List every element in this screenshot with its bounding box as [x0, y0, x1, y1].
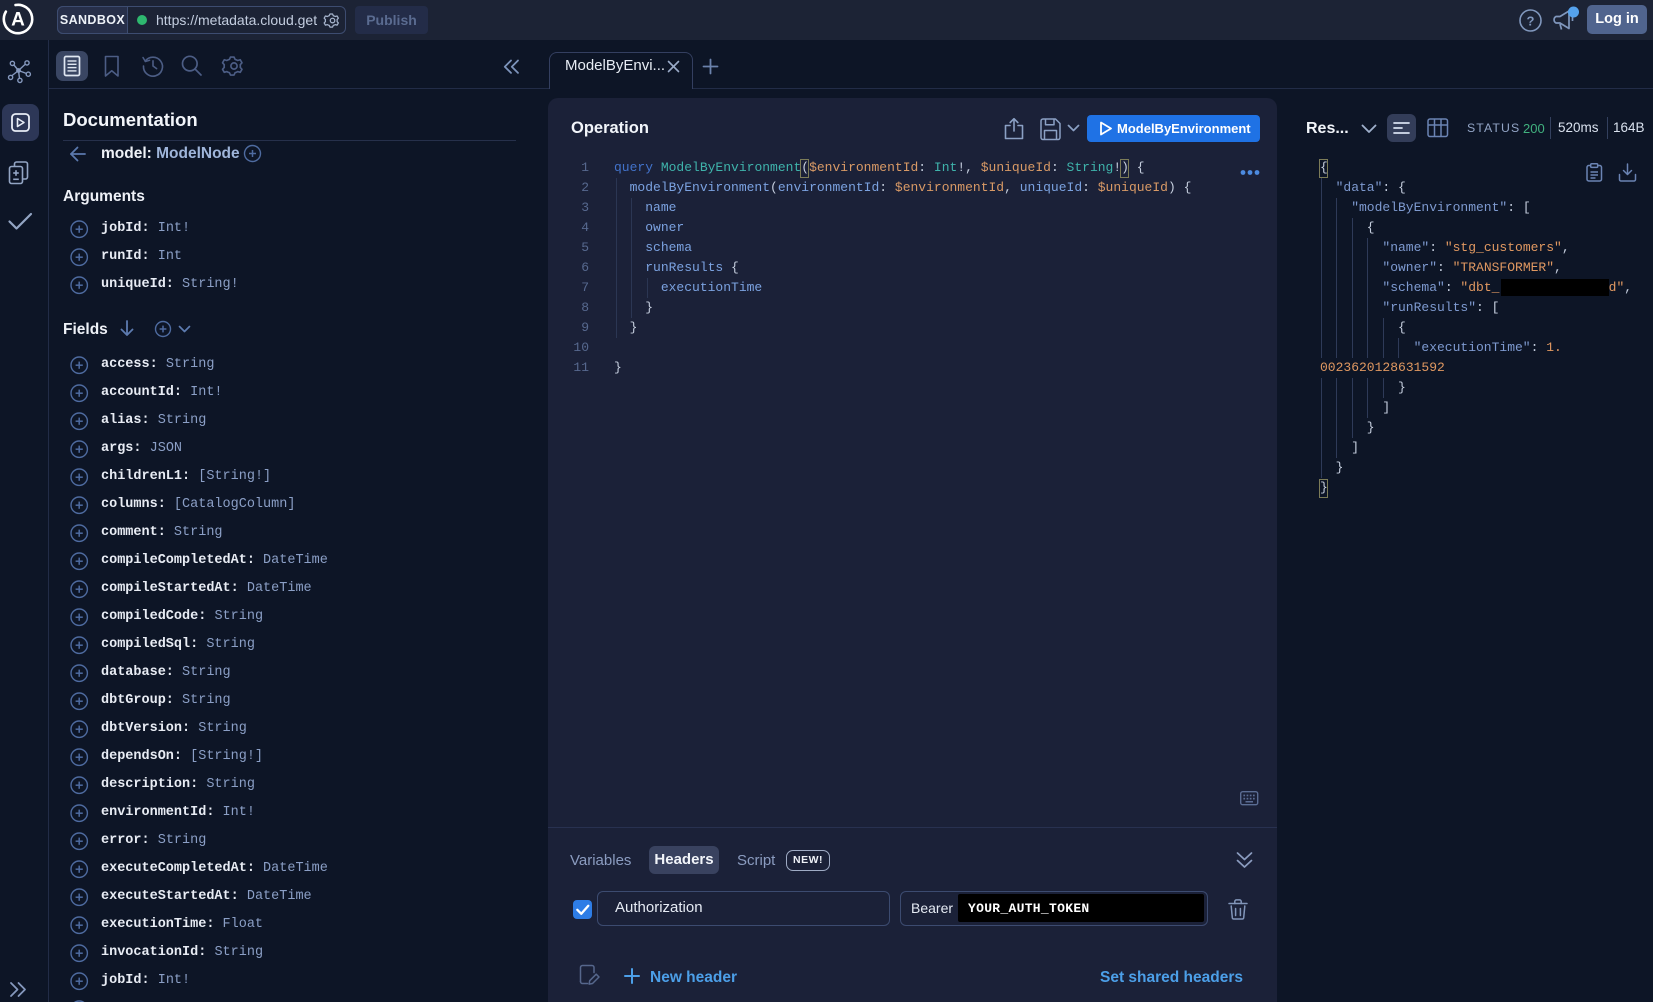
- svg-text:?: ?: [1527, 13, 1535, 28]
- svg-text:A: A: [11, 10, 25, 31]
